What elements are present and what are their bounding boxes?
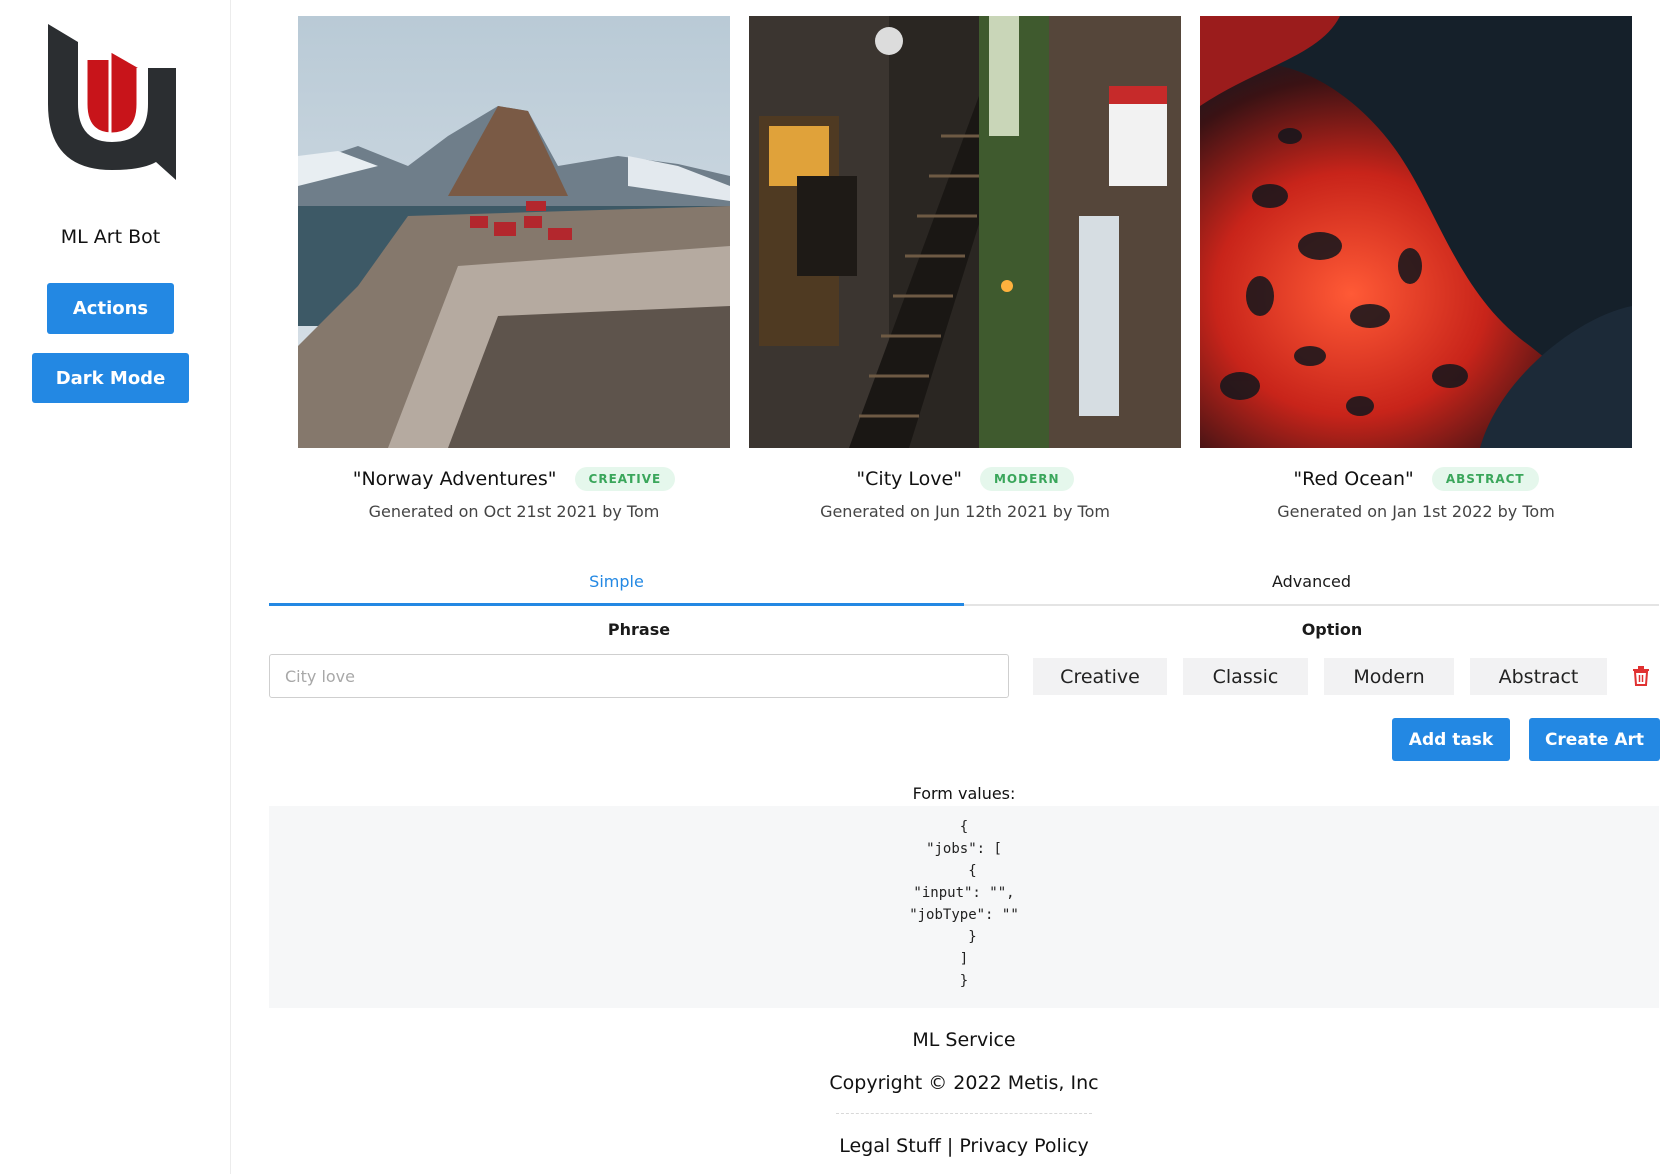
app-name: ML Art Bot	[60, 226, 161, 248]
tab-simple[interactable]: Simple	[269, 564, 964, 606]
footer-link-separator: |	[946, 1135, 954, 1157]
phrase-input[interactable]	[269, 654, 1009, 698]
option-classic-button[interactable]: Classic	[1183, 658, 1308, 695]
add-task-button[interactable]: Add task	[1392, 718, 1510, 761]
form-values-panel: { "jobs": [ { "input": "", "jobType": ""…	[269, 806, 1659, 1008]
artwork-title: "Norway Adventures"	[352, 468, 557, 490]
art-card: "City Love" MODERN Generated on Jun 12th…	[749, 16, 1181, 521]
option-heading: Option	[1301, 620, 1363, 639]
footer-links: Legal Stuff | Privacy Policy	[269, 1135, 1659, 1157]
artwork-image-norway[interactable]	[298, 16, 730, 448]
mode-tabs: Simple Advanced	[269, 564, 1659, 606]
create-art-button[interactable]: Create Art	[1529, 718, 1660, 761]
tab-advanced[interactable]: Advanced	[964, 564, 1659, 604]
sidebar: ML Art Bot Actions Dark Mode	[0, 0, 231, 1174]
footer-divider	[836, 1113, 1092, 1114]
art-card: "Norway Adventures" CREATIVE Generated o…	[298, 16, 730, 521]
style-badge: MODERN	[979, 467, 1074, 491]
style-badge: ABSTRACT	[1431, 467, 1539, 491]
actions-button[interactable]: Actions	[47, 283, 174, 334]
artwork-caption: Generated on Oct 21st 2021 by Tom	[368, 502, 660, 521]
artwork-caption: Generated on Jun 12th 2021 by Tom	[820, 502, 1110, 521]
legal-link[interactable]: Legal Stuff	[839, 1135, 941, 1157]
trash-icon[interactable]	[1632, 666, 1650, 686]
option-abstract-button[interactable]: Abstract	[1470, 658, 1607, 695]
artwork-caption: Generated on Jan 1st 2022 by Tom	[1277, 502, 1555, 521]
style-badge: CREATIVE	[574, 467, 676, 491]
artwork-image-ocean[interactable]	[1200, 16, 1632, 448]
app-logo	[48, 24, 176, 180]
privacy-policy-link[interactable]: Privacy Policy	[959, 1135, 1088, 1157]
form-values-label: Form values:	[912, 784, 1016, 803]
art-card: "Red Ocean" ABSTRACT Generated on Jan 1s…	[1200, 16, 1632, 521]
artwork-title: "City Love"	[856, 468, 962, 490]
footer-copyright: Copyright © 2022 Metis, Inc	[829, 1072, 1099, 1094]
option-creative-button[interactable]: Creative	[1033, 658, 1167, 695]
form-values-json: { "jobs": [ { "input": "", "jobType": ""…	[909, 819, 1019, 989]
phrase-heading: Phrase	[607, 620, 671, 639]
option-modern-button[interactable]: Modern	[1324, 658, 1454, 695]
artwork-title: "Red Ocean"	[1293, 468, 1414, 490]
dark-mode-button[interactable]: Dark Mode	[32, 353, 189, 403]
artwork-image-city[interactable]	[749, 16, 1181, 448]
footer-service-name: ML Service	[912, 1029, 1016, 1051]
